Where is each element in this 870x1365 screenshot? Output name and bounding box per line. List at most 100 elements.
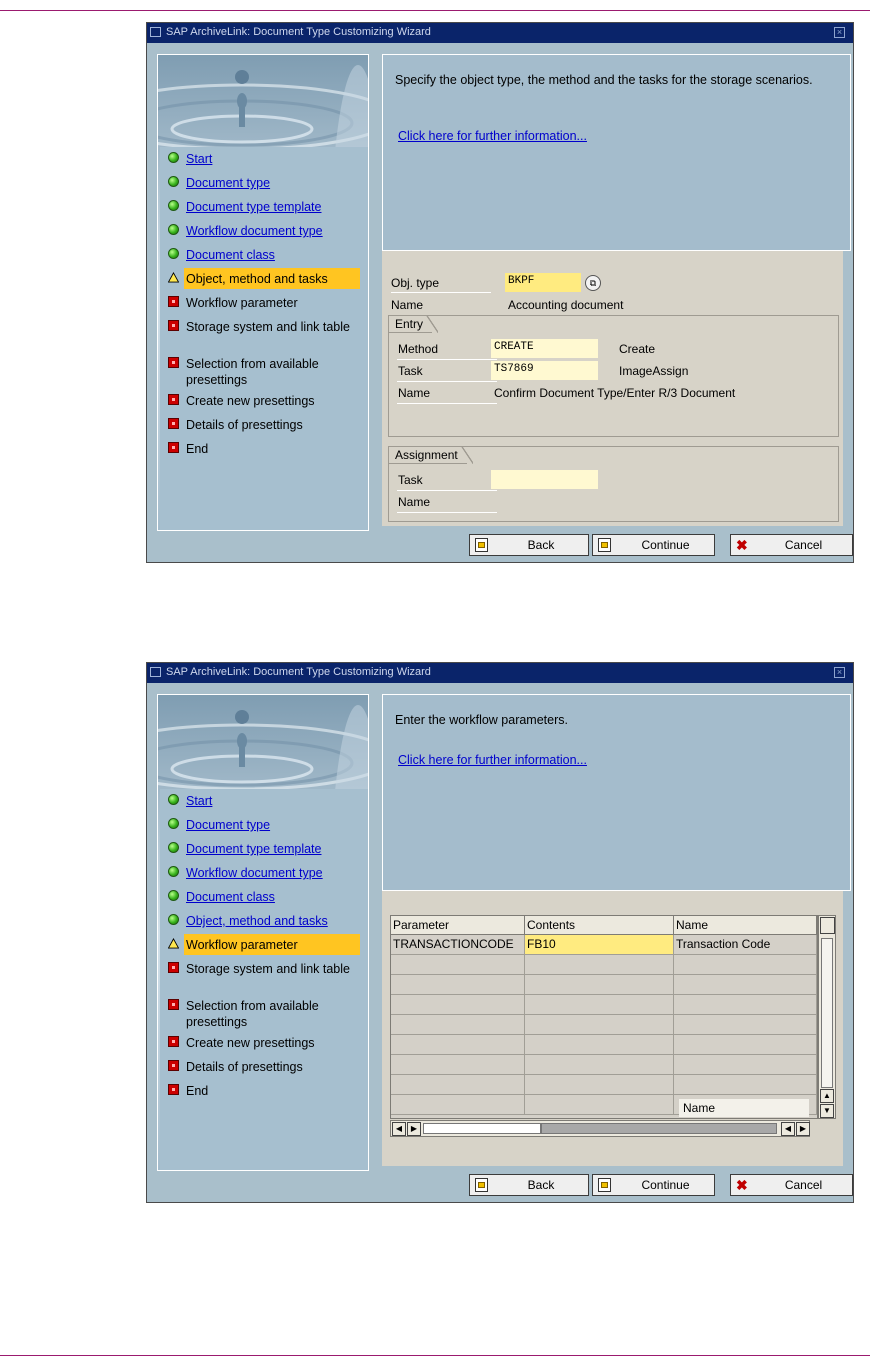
step-label[interactable]: Start (186, 151, 356, 167)
step-item[interactable]: Document type (160, 813, 362, 837)
scroll-track[interactable] (821, 938, 833, 1088)
further-information-link[interactable]: Click here for further information... (398, 129, 587, 143)
step-label[interactable]: Document type template (186, 199, 356, 215)
empty-table-cell (391, 1075, 525, 1095)
empty-table-cell[interactable] (525, 1055, 674, 1075)
scroll-track[interactable] (541, 1123, 777, 1134)
separator (397, 403, 497, 404)
step-label[interactable]: Document class (186, 889, 356, 905)
step-label[interactable]: Document class (186, 247, 356, 263)
scroll-right-icon[interactable]: ▶ (796, 1122, 810, 1136)
empty-table-cell[interactable] (525, 1095, 674, 1115)
scroll-down-icon[interactable]: ▼ (820, 1104, 834, 1118)
assignment-group: Assignment Task Name (388, 446, 839, 522)
horizontal-scrollbar-left[interactable]: ◀ ▶ ◀ ▶ (390, 1120, 810, 1137)
step-list-panel: Start Document type Document type template… (160, 147, 368, 530)
step-label[interactable]: Document type template (186, 841, 356, 857)
step-item[interactable]: Document type template (160, 195, 362, 219)
pending-step-icon (168, 1084, 179, 1095)
empty-table-cell[interactable] (525, 1015, 674, 1035)
empty-table-cell[interactable] (525, 1035, 674, 1055)
step-item[interactable]: Document class (160, 885, 362, 909)
step-item[interactable]: Object, method and tasks (160, 909, 362, 933)
obj-type-field[interactable]: BKPF (505, 273, 581, 292)
info-panel: Specify the object type, the method and … (382, 54, 851, 251)
title-bar: SAP ArchiveLink: Document Type Customizi… (147, 663, 853, 683)
empty-table-cell[interactable] (525, 995, 674, 1015)
continue-button[interactable]: Continue (592, 534, 715, 556)
empty-table-cell (391, 1035, 525, 1055)
empty-table-cell[interactable] (525, 1075, 674, 1095)
separator (397, 359, 497, 360)
step-item: End (160, 437, 362, 461)
step-item: Storage system and link table (160, 315, 362, 352)
step-item[interactable]: Document type template (160, 837, 362, 861)
step-label[interactable]: Workflow document type (186, 223, 356, 239)
pending-step-icon (168, 394, 179, 405)
task-field[interactable]: TS7869 (491, 361, 598, 380)
cancel-button[interactable]: ✖ Cancel (730, 534, 853, 556)
pending-step-icon (168, 320, 179, 331)
back-button[interactable]: Back (469, 534, 589, 556)
pending-step-icon (168, 1060, 179, 1071)
empty-table-cell[interactable] (525, 975, 674, 995)
completed-step-icon (168, 248, 179, 259)
step-item[interactable]: Start (160, 147, 362, 171)
method-label: Method (398, 342, 439, 356)
column-header-name[interactable]: Name (674, 916, 817, 935)
close-icon[interactable]: × (834, 27, 845, 38)
scroll-right-icon[interactable]: ▶ (407, 1122, 421, 1136)
step-item[interactable]: Workflow document type (160, 219, 362, 243)
table-settings-icon[interactable] (820, 917, 835, 934)
completed-step-icon (168, 842, 179, 853)
method-field[interactable]: CREATE (491, 339, 598, 358)
back-button[interactable]: Back (469, 1174, 589, 1196)
empty-table-cell (391, 1095, 525, 1115)
step-label[interactable]: Workflow document type (186, 865, 356, 881)
empty-table-cell (391, 995, 525, 1015)
title-bar: SAP ArchiveLink: Document Type Customizi… (147, 23, 853, 43)
separator (397, 381, 497, 382)
step-item: End (160, 1079, 362, 1103)
entry-group: Entry Method CREATE Create Task TS7869 I… (388, 315, 839, 437)
completed-step-icon (168, 914, 179, 925)
entry-name-value: Confirm Document Type/Enter R/3 Document (494, 386, 736, 400)
step-label[interactable]: Document type (186, 817, 356, 833)
cancel-button[interactable]: ✖ Cancel (730, 1174, 853, 1196)
continue-icon (598, 538, 611, 552)
column-header-parameter[interactable]: Parameter (391, 916, 525, 935)
column-header-contents[interactable]: Contents (525, 916, 674, 935)
vertical-scrollbar[interactable]: ▲ ▼ (818, 915, 836, 1119)
scroll-up-icon[interactable]: ▲ (820, 1089, 834, 1103)
empty-table-cell (674, 975, 817, 995)
scroll-thumb[interactable] (423, 1123, 541, 1134)
info-text: Enter the workflow parameters. (395, 713, 568, 727)
continue-button[interactable]: Continue (592, 1174, 715, 1196)
empty-table-cell[interactable] (525, 955, 674, 975)
table-cell[interactable]: FB10 (525, 935, 674, 955)
step-item[interactable]: Document type (160, 171, 362, 195)
completed-step-icon (168, 152, 179, 163)
assignment-task-field[interactable] (491, 470, 598, 489)
pending-step-icon (168, 442, 179, 453)
completed-step-icon (168, 866, 179, 877)
step-label[interactable]: Object, method and tasks (186, 913, 356, 929)
scroll-left-icon[interactable]: ◀ (781, 1122, 795, 1136)
empty-table-cell (674, 995, 817, 1015)
step-label[interactable]: Start (186, 793, 356, 809)
pending-step-icon (168, 1036, 179, 1047)
step-item[interactable]: Document class (160, 243, 362, 267)
step-label: End (186, 442, 209, 456)
object-picker-icon[interactable]: ⧉ (585, 275, 601, 291)
assignment-name-label: Name (398, 495, 431, 509)
empty-table-cell (391, 1015, 525, 1035)
cancel-x-icon: ✖ (736, 1177, 748, 1193)
close-icon[interactable]: × (834, 667, 845, 678)
step-item[interactable]: Workflow document type (160, 861, 362, 885)
scroll-left-icon[interactable]: ◀ (392, 1122, 406, 1136)
step-label[interactable]: Document type (186, 175, 356, 191)
pending-step-icon (168, 962, 179, 973)
window-title: SAP ArchiveLink: Document Type Customizi… (166, 26, 431, 38)
further-information-link[interactable]: Click here for further information... (398, 753, 587, 767)
step-item[interactable]: Start (160, 789, 362, 813)
